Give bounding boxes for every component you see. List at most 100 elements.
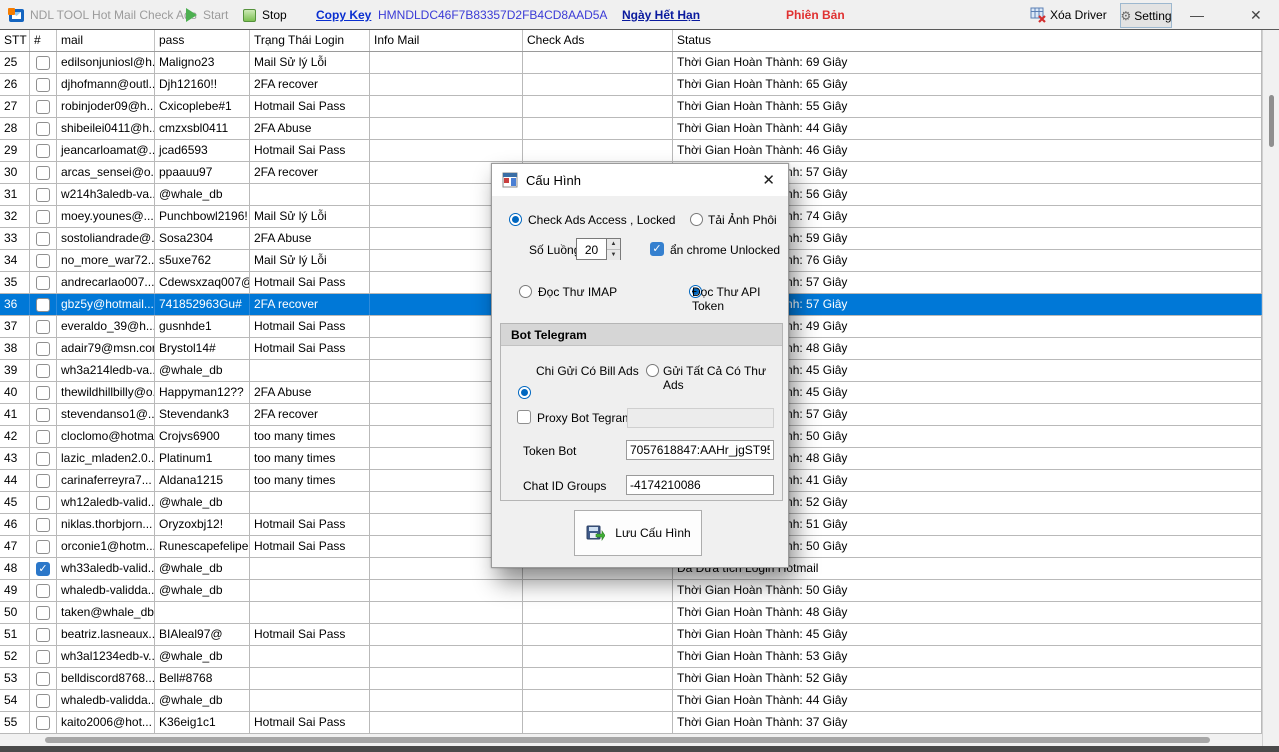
row-checkbox[interactable] <box>36 254 50 268</box>
table-row[interactable]: 49whaledb-validda...@whale_dbThời Gian H… <box>0 580 1262 602</box>
row-checkbox[interactable] <box>36 188 50 202</box>
start-icon[interactable] <box>186 0 197 30</box>
row-checkbox[interactable] <box>36 628 50 642</box>
row-checkbox[interactable] <box>36 474 50 488</box>
col-header-info[interactable]: Info Mail <box>370 30 523 51</box>
row-check-cell <box>30 448 57 469</box>
table-row[interactable]: 53belldiscord8768...Bell#8768Thời Gian H… <box>0 668 1262 690</box>
row-index: 27 <box>0 96 30 117</box>
col-header-status[interactable]: Status <box>673 30 1262 51</box>
row-checkbox[interactable] <box>36 342 50 356</box>
token-bot-input[interactable] <box>626 440 774 460</box>
chat-id-input[interactable] <box>626 475 774 495</box>
row-checkbox[interactable] <box>36 386 50 400</box>
row-checkbox[interactable] <box>36 408 50 422</box>
table-row[interactable]: 26djhofmann@outl...Djh12160!!2FA recover… <box>0 74 1262 96</box>
row-checkbox[interactable] <box>36 452 50 466</box>
row-checkbox[interactable] <box>36 166 50 180</box>
thread-count-stepper[interactable]: 20 <box>576 238 606 260</box>
mail-cell: thewildhillbilly@o... <box>57 382 155 403</box>
row-checkbox[interactable] <box>36 56 50 70</box>
row-checkbox[interactable] <box>36 430 50 444</box>
radio-tai-anh-phoi[interactable] <box>690 213 703 226</box>
table-row[interactable]: 29jeancarloamat@...jcad6593Hotmail Sai P… <box>0 140 1262 162</box>
table-row[interactable]: 52wh3al1234edb-v...@whale_dbThời Gian Ho… <box>0 646 1262 668</box>
login-status-cell <box>250 668 370 689</box>
col-header-mail[interactable]: mail <box>57 30 155 51</box>
col-header-check[interactable]: # <box>30 30 57 51</box>
minimize-button[interactable]: — <box>1190 0 1204 30</box>
proxy-bot-checkbox[interactable] <box>517 410 531 424</box>
horizontal-scrollbar[interactable] <box>0 734 1262 746</box>
setting-button[interactable]: ⚙ Setting <box>1120 3 1172 28</box>
row-checkbox[interactable] <box>36 694 50 708</box>
login-status-cell: too many times <box>250 426 370 447</box>
hide-chrome-checkbox[interactable]: ✓ <box>650 242 664 256</box>
dialog-titlebar[interactable]: Cấu Hình ✕ <box>492 164 788 196</box>
row-checkbox[interactable] <box>36 650 50 664</box>
row-checkbox[interactable] <box>36 78 50 92</box>
expiry-link[interactable]: Ngày Hết Hạn <box>622 0 700 30</box>
row-checkbox[interactable] <box>36 364 50 378</box>
row-checkbox[interactable] <box>36 298 50 312</box>
row-checkbox[interactable] <box>36 496 50 510</box>
row-checkbox[interactable] <box>36 210 50 224</box>
row-checkbox[interactable] <box>36 518 50 532</box>
spin-down-icon[interactable]: ▼ <box>607 250 620 260</box>
horizontal-scrollbar-thumb[interactable] <box>45 737 1210 743</box>
mail-cell: orconie1@hotm... <box>57 536 155 557</box>
config-dialog: Cấu Hình ✕ Check Ads Access , Locked Tải… <box>491 163 789 568</box>
table-row[interactable]: 50taken@whale_dbThời Gian Hoàn Thành: 48… <box>0 602 1262 624</box>
spin-up-icon[interactable]: ▲ <box>607 239 620 250</box>
stop-icon[interactable] <box>243 0 256 30</box>
table-row[interactable]: 54whaledb-validda...@whale_dbThời Gian H… <box>0 690 1262 712</box>
row-check-cell <box>30 426 57 447</box>
row-checkbox[interactable] <box>36 320 50 334</box>
radio-doc-thu-imap[interactable] <box>519 285 532 298</box>
radio-chi-gui-bill[interactable] <box>518 386 531 399</box>
table-row[interactable]: 28shibeilei0411@h...cmzxsbl04112FA Abuse… <box>0 118 1262 140</box>
pass-cell: Happyman12?? <box>155 382 250 403</box>
row-check-cell <box>30 316 57 337</box>
row-checkbox[interactable] <box>36 144 50 158</box>
row-checkbox[interactable] <box>36 100 50 114</box>
row-checkbox[interactable] <box>36 276 50 290</box>
row-checkbox[interactable] <box>36 584 50 598</box>
start-button[interactable]: Start <box>203 0 228 30</box>
vertical-scrollbar[interactable] <box>1262 30 1279 746</box>
row-index: 31 <box>0 184 30 205</box>
row-checkbox[interactable] <box>36 232 50 246</box>
pass-cell: jcad6593 <box>155 140 250 161</box>
radio-gui-tat-ca[interactable] <box>646 364 659 377</box>
stop-button[interactable]: Stop <box>262 0 287 30</box>
proxy-bot-input[interactable] <box>627 408 774 428</box>
row-checkbox[interactable] <box>36 540 50 554</box>
row-checkbox[interactable] <box>36 606 50 620</box>
delete-driver-icon[interactable] <box>1030 0 1046 30</box>
delete-driver-button[interactable]: Xóa Driver <box>1050 0 1107 30</box>
thread-count-spin-buttons[interactable]: ▲▼ <box>606 238 621 260</box>
col-header-ads[interactable]: Check Ads <box>523 30 673 51</box>
row-checkbox[interactable] <box>36 672 50 686</box>
row-check-cell: ✓ <box>30 558 57 579</box>
row-checkbox[interactable] <box>36 122 50 136</box>
row-index: 46 <box>0 514 30 535</box>
radio-check-ads-access[interactable] <box>509 213 522 226</box>
row-check-cell <box>30 184 57 205</box>
col-header-login[interactable]: Trạng Thái Login <box>250 30 370 51</box>
close-window-button[interactable]: ✕ <box>1250 0 1262 30</box>
row-checkbox[interactable]: ✓ <box>36 562 50 576</box>
copy-key-link[interactable]: Copy Key <box>316 0 371 30</box>
pass-cell: cmzxsbl0411 <box>155 118 250 139</box>
save-config-button[interactable]: Lưu Cấu Hình <box>574 510 702 556</box>
vertical-scrollbar-thumb[interactable] <box>1269 95 1274 147</box>
table-row[interactable]: 27robinjoder09@h...Cxicoplebe#1Hotmail S… <box>0 96 1262 118</box>
col-header-pass[interactable]: pass <box>155 30 250 51</box>
table-row[interactable]: 25edilsonjuniosl@h...Maligno23Mail Sử lý… <box>0 52 1262 74</box>
table-row[interactable]: 55kaito2006@hot...K36eig1c1Hotmail Sai P… <box>0 712 1262 734</box>
dialog-close-icon[interactable]: ✕ <box>762 171 775 189</box>
row-check-cell <box>30 118 57 139</box>
col-header-stt[interactable]: STT <box>0 30 30 51</box>
table-row[interactable]: 51beatriz.lasneaux...BIAleal97@Hotmail S… <box>0 624 1262 646</box>
row-checkbox[interactable] <box>36 716 50 730</box>
